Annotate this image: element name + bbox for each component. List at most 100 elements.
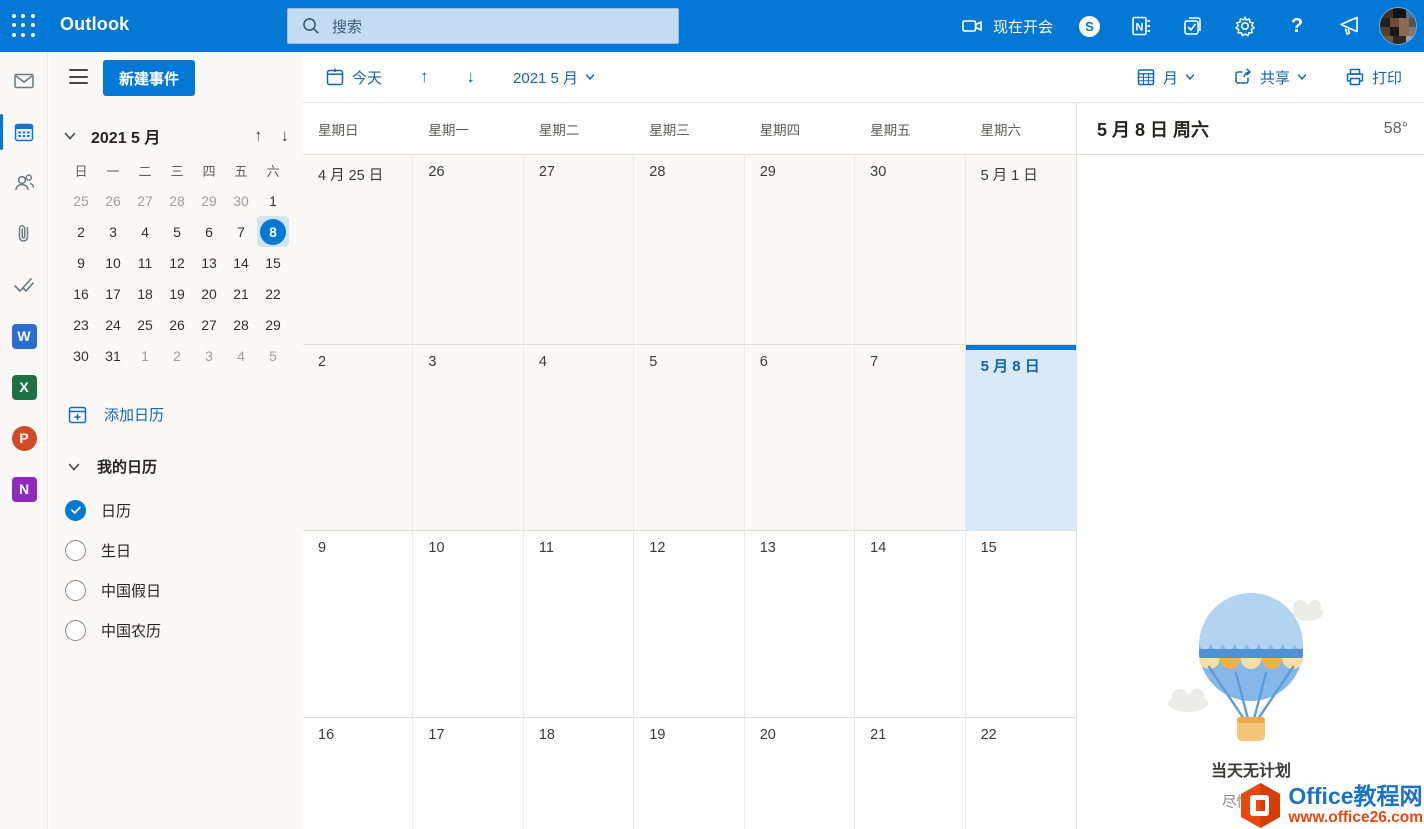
day-cell[interactable]: 30	[855, 155, 965, 345]
unchecked-circle-icon[interactable]	[65, 580, 86, 601]
minical-date-cell[interactable]: 18	[129, 278, 161, 309]
minical-date-cell[interactable]: 1	[129, 340, 161, 371]
day-cell[interactable]: 26	[413, 155, 523, 345]
minical-date-cell[interactable]: 12	[161, 247, 193, 278]
add-calendar-button[interactable]: 添加日历	[67, 404, 164, 425]
calendar-list-item[interactable]: 中国假日	[49, 570, 303, 610]
minical-date-cell[interactable]: 9	[65, 247, 97, 278]
day-cell[interactable]: 21	[855, 718, 965, 829]
calendar-list-item[interactable]: 中国农历	[49, 610, 303, 650]
minical-date-cell[interactable]: 14	[225, 247, 257, 278]
day-cell[interactable]: 4 月 25 日	[303, 155, 413, 345]
minical-date-cell[interactable]: 30	[225, 185, 257, 216]
minical-date-cell[interactable]: 13	[193, 247, 225, 278]
day-cell[interactable]: 19	[634, 718, 744, 829]
share-button[interactable]: 共享	[1225, 61, 1315, 94]
day-cell[interactable]: 7	[855, 345, 965, 531]
minical-date-cell[interactable]: 10	[97, 247, 129, 278]
minical-date-cell[interactable]: 1	[257, 185, 289, 216]
day-cell[interactable]: 11	[524, 531, 634, 718]
day-cell[interactable]: 17	[413, 718, 523, 829]
meet-now-button[interactable]: 现在开会	[954, 0, 1063, 52]
view-selector[interactable]: 月	[1128, 61, 1203, 94]
print-button[interactable]: 打印	[1337, 61, 1410, 94]
rail-tasks-button[interactable]	[0, 270, 48, 300]
hamburger-menu-icon[interactable]	[69, 69, 88, 84]
day-cell[interactable]: 9	[303, 531, 413, 718]
day-cell[interactable]: 28	[634, 155, 744, 345]
calendar-list-item[interactable]: 生日	[49, 530, 303, 570]
rail-powerpoint-button[interactable]: P	[0, 423, 48, 453]
minical-date-cell[interactable]: 21	[225, 278, 257, 309]
whats-new-button[interactable]	[1323, 0, 1375, 52]
day-cell[interactable]: 18	[524, 718, 634, 829]
minical-date-cell[interactable]: 26	[161, 309, 193, 340]
my-calendars-header[interactable]: 我的日历	[67, 456, 157, 477]
minical-collapse-chevron-icon[interactable]	[63, 129, 77, 143]
rail-onenote-button[interactable]: N	[0, 474, 48, 504]
day-cell[interactable]: 14	[855, 531, 965, 718]
minical-date-cell[interactable]: 7	[225, 216, 257, 247]
day-cell[interactable]: 15	[966, 531, 1076, 718]
calendar-list-item[interactable]: 日历	[49, 490, 303, 530]
rail-excel-button[interactable]: X	[0, 372, 48, 402]
day-cell[interactable]: 4	[524, 345, 634, 531]
day-cell[interactable]: 2	[303, 345, 413, 531]
minical-date-cell[interactable]: 27	[129, 185, 161, 216]
next-period-button[interactable]: ↓	[459, 61, 484, 93]
minical-date-cell[interactable]: 28	[225, 309, 257, 340]
minical-date-cell[interactable]: 28	[161, 185, 193, 216]
today-button[interactable]: 今天	[317, 61, 390, 94]
settings-button[interactable]	[1219, 0, 1271, 52]
minical-date-cell[interactable]: 19	[161, 278, 193, 309]
day-cell[interactable]: 5	[634, 345, 744, 531]
minical-date-cell[interactable]: 17	[97, 278, 129, 309]
minical-date-cell[interactable]: 2	[65, 216, 97, 247]
minical-date-cell[interactable]: 5	[257, 340, 289, 371]
minical-date-cell[interactable]: 15	[257, 247, 289, 278]
help-button[interactable]: ?	[1271, 0, 1323, 52]
minical-date-cell[interactable]: 22	[257, 278, 289, 309]
day-cell[interactable]: 27	[524, 155, 634, 345]
minical-date-cell[interactable]: 20	[193, 278, 225, 309]
minical-date-cell[interactable]: 8	[257, 216, 289, 247]
minical-date-cell[interactable]: 24	[97, 309, 129, 340]
day-cell[interactable]: 6	[745, 345, 855, 531]
checked-circle-icon[interactable]	[65, 500, 86, 521]
app-launcher-icon[interactable]	[12, 14, 36, 38]
rail-mail-button[interactable]	[0, 66, 48, 96]
minical-date-cell[interactable]: 27	[193, 309, 225, 340]
day-cell[interactable]: 12	[634, 531, 744, 718]
rail-people-button[interactable]	[0, 168, 48, 198]
unchecked-circle-icon[interactable]	[65, 620, 86, 641]
rail-calendar-button[interactable]	[0, 117, 48, 147]
minical-date-cell[interactable]: 2	[161, 340, 193, 371]
minical-date-cell[interactable]: 26	[97, 185, 129, 216]
minical-date-cell[interactable]: 11	[129, 247, 161, 278]
minical-date-cell[interactable]: 5	[161, 216, 193, 247]
day-cell[interactable]: 22	[966, 718, 1076, 829]
rail-word-button[interactable]: W	[0, 321, 48, 351]
skype-button[interactable]: S	[1063, 0, 1115, 52]
todo-button[interactable]	[1167, 0, 1219, 52]
day-cell[interactable]: 16	[303, 718, 413, 829]
minical-date-cell[interactable]: 30	[65, 340, 97, 371]
day-cell[interactable]: 13	[745, 531, 855, 718]
minical-date-cell[interactable]: 16	[65, 278, 97, 309]
unchecked-circle-icon[interactable]	[65, 540, 86, 561]
minical-date-cell[interactable]: 25	[65, 185, 97, 216]
day-cell[interactable]: 5 月 1 日	[966, 155, 1076, 345]
minical-prev-month-button[interactable]: ↑	[254, 126, 263, 146]
day-cell[interactable]: 20	[745, 718, 855, 829]
onenote-feed-button[interactable]: N	[1115, 0, 1167, 52]
period-selector[interactable]: 2021 5 月	[505, 61, 603, 94]
minical-date-cell[interactable]: 3	[97, 216, 129, 247]
day-cell[interactable]: 10	[413, 531, 523, 718]
account-avatar[interactable]	[1379, 7, 1417, 45]
minical-date-cell[interactable]: 4	[225, 340, 257, 371]
minical-date-cell[interactable]: 4	[129, 216, 161, 247]
minical-next-month-button[interactable]: ↓	[281, 126, 290, 146]
new-event-button[interactable]: 新建事件	[103, 60, 195, 96]
minical-date-cell[interactable]: 23	[65, 309, 97, 340]
day-cell[interactable]: 29	[745, 155, 855, 345]
